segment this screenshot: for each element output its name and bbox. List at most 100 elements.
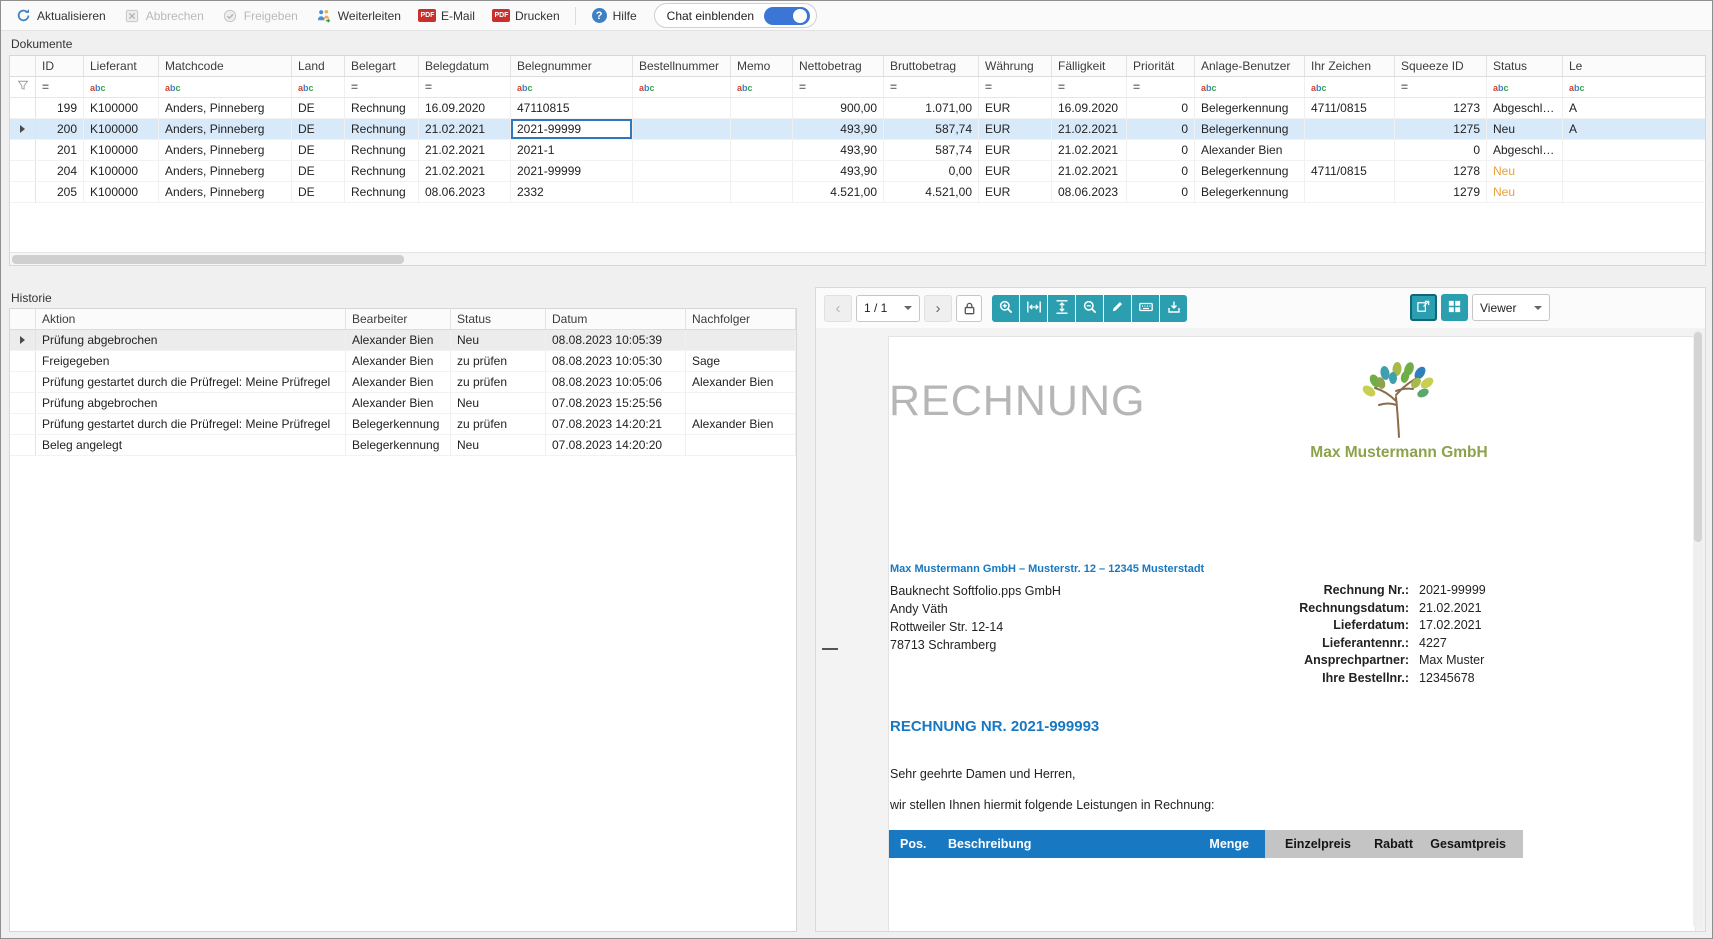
cell-waehrung[interactable]: EUR (979, 119, 1052, 139)
cell-letzter[interactable] (1563, 161, 1706, 181)
cell-belegart[interactable]: Rechnung (345, 119, 419, 139)
table-row[interactable]: 200K100000Anders, PinnebergDERechnung21.… (10, 119, 1705, 140)
fit-width-button[interactable] (1020, 295, 1047, 322)
cell-belegart[interactable]: Rechnung (345, 140, 419, 160)
table-row[interactable]: Prüfung gestartet durch die Prüfregel: M… (10, 372, 796, 393)
fit-height-button[interactable] (1048, 295, 1075, 322)
scrollbar-thumb[interactable] (1694, 332, 1702, 542)
column-header-lieferant[interactable]: Lieferant (84, 56, 159, 76)
cell-ihr_zeichen[interactable] (1305, 119, 1395, 139)
page-number-dropdown[interactable]: 1 / 1 (856, 295, 920, 322)
filter-cell-matchcode[interactable]: abc (159, 77, 292, 97)
cell-nachfolger[interactable] (686, 435, 796, 455)
cell-squeeze_id[interactable]: 1278 (1395, 161, 1487, 181)
table-row[interactable]: 199K100000Anders, PinnebergDERechnung16.… (10, 98, 1705, 119)
cell-matchcode[interactable]: Anders, Pinneberg (159, 119, 292, 139)
cell-belegnummer[interactable]: 2332 (511, 182, 633, 202)
cell-status[interactable]: zu prüfen (451, 414, 546, 434)
cell-bearbeiter[interactable]: Alexander Bien (346, 393, 451, 413)
pdf-vertical-scrollbar[interactable] (1693, 330, 1703, 929)
cell-belegdatum[interactable]: 21.02.2021 (419, 119, 511, 139)
cell-lieferant[interactable]: K100000 (84, 119, 159, 139)
cell-letzter[interactable]: A (1563, 119, 1706, 139)
cell-matchcode[interactable]: Anders, Pinneberg (159, 161, 292, 181)
cell-bruttobetrag[interactable]: 1.071,00 (884, 98, 979, 118)
cell-nettobetrag[interactable]: 493,90 (793, 161, 884, 181)
weiterleiten-button[interactable]: Weiterleiten (307, 5, 410, 27)
cell-anlage_benutzer[interactable]: Belegerkennung (1195, 161, 1305, 181)
cell-aktion[interactable]: Prüfung abgebrochen (36, 393, 346, 413)
cell-prioritaet[interactable]: 0 (1127, 140, 1195, 160)
cell-bearbeiter[interactable]: Belegerkennung (346, 435, 451, 455)
cell-bearbeiter[interactable]: Belegerkennung (346, 414, 451, 434)
cell-ihr_zeichen[interactable]: 4711/0815 (1305, 161, 1395, 181)
cell-land[interactable]: DE (292, 182, 345, 202)
cell-land[interactable]: DE (292, 119, 345, 139)
cell-belegnummer[interactable]: 2021-99999 (511, 119, 633, 139)
zoom-in-button[interactable] (992, 295, 1019, 322)
filter-cell-waehrung[interactable]: = (979, 77, 1052, 97)
cell-anlage_benutzer[interactable]: Belegerkennung (1195, 119, 1305, 139)
filter-cell-status[interactable]: abc (1487, 77, 1563, 97)
aktualisieren-button[interactable]: Aktualisieren (6, 5, 115, 27)
cell-nachfolger[interactable] (686, 393, 796, 413)
filter-cell-belegdatum[interactable]: = (419, 77, 511, 97)
cell-letzter[interactable]: A (1563, 98, 1706, 118)
column-header-squeeze_id[interactable]: Squeeze ID (1395, 56, 1487, 76)
filter-cell-id[interactable]: = (36, 77, 84, 97)
cell-bearbeiter[interactable]: Alexander Bien (346, 351, 451, 371)
cell-nettobetrag[interactable]: 900,00 (793, 98, 884, 118)
filter-cell-ihr_zeichen[interactable]: abc (1305, 77, 1395, 97)
cell-belegdatum[interactable]: 21.02.2021 (419, 140, 511, 160)
cell-status[interactable]: zu prüfen (451, 351, 546, 371)
column-header-belegart[interactable]: Belegart (345, 56, 419, 76)
cell-bestellnummer[interactable] (633, 182, 731, 202)
table-row[interactable]: Prüfung abgebrochenAlexander BienNeu08.0… (10, 330, 796, 351)
cell-datum[interactable]: 07.08.2023 15:25:56 (546, 393, 686, 413)
cell-memo[interactable] (731, 161, 793, 181)
cell-bruttobetrag[interactable]: 4.521,00 (884, 182, 979, 202)
cell-ihr_zeichen[interactable] (1305, 182, 1395, 202)
filter-cell-squeeze_id[interactable]: = (1395, 77, 1487, 97)
filter-row-button[interactable] (10, 77, 36, 97)
cell-bruttobetrag[interactable]: 0,00 (884, 161, 979, 181)
dokumente-horizontal-scrollbar[interactable] (10, 252, 1705, 265)
cell-memo[interactable] (731, 182, 793, 202)
cell-bearbeiter[interactable]: Alexander Bien (346, 330, 451, 350)
cell-squeeze_id[interactable]: 1273 (1395, 98, 1487, 118)
column-header-ihr_zeichen[interactable]: Ihr Zeichen (1305, 56, 1395, 76)
cell-belegart[interactable]: Rechnung (345, 161, 419, 181)
cell-squeeze_id[interactable]: 0 (1395, 140, 1487, 160)
cell-anlage_benutzer[interactable]: Belegerkennung (1195, 98, 1305, 118)
filter-cell-bruttobetrag[interactable]: = (884, 77, 979, 97)
table-row[interactable]: 205K100000Anders, PinnebergDERechnung08.… (10, 182, 1705, 203)
cell-status[interactable]: Neu (1487, 161, 1563, 181)
cell-nachfolger[interactable] (686, 330, 796, 350)
column-header-datum[interactable]: Datum (546, 309, 686, 329)
table-row[interactable]: Prüfung gestartet durch die Prüfregel: M… (10, 414, 796, 435)
column-header-status[interactable]: Status (1487, 56, 1563, 76)
cell-matchcode[interactable]: Anders, Pinneberg (159, 98, 292, 118)
column-header-belegdatum[interactable]: Belegdatum (419, 56, 511, 76)
cell-letzter[interactable] (1563, 140, 1706, 160)
cell-faelligkeit[interactable]: 21.02.2021 (1052, 161, 1127, 181)
table-row[interactable]: Prüfung abgebrochenAlexander BienNeu07.0… (10, 393, 796, 414)
cell-land[interactable]: DE (292, 161, 345, 181)
cell-nachfolger[interactable]: Alexander Bien (686, 372, 796, 392)
cell-status[interactable]: Neu (1487, 119, 1563, 139)
column-header-faelligkeit[interactable]: Fälligkeit (1052, 56, 1127, 76)
cell-bearbeiter[interactable]: Alexander Bien (346, 372, 451, 392)
cell-bestellnummer[interactable] (633, 119, 731, 139)
cell-lieferant[interactable]: K100000 (84, 161, 159, 181)
cell-squeeze_id[interactable]: 1279 (1395, 182, 1487, 202)
filter-cell-land[interactable]: abc (292, 77, 345, 97)
column-header-bruttobetrag[interactable]: Bruttobetrag (884, 56, 979, 76)
cell-bestellnummer[interactable] (633, 161, 731, 181)
cell-status[interactable]: Abgeschlossen (1487, 98, 1563, 118)
cell-waehrung[interactable]: EUR (979, 140, 1052, 160)
lock-button[interactable] (956, 295, 982, 322)
column-header-id[interactable]: ID (36, 56, 84, 76)
cell-prioritaet[interactable]: 0 (1127, 98, 1195, 118)
cell-id[interactable]: 204 (36, 161, 84, 181)
cell-lieferant[interactable]: K100000 (84, 98, 159, 118)
